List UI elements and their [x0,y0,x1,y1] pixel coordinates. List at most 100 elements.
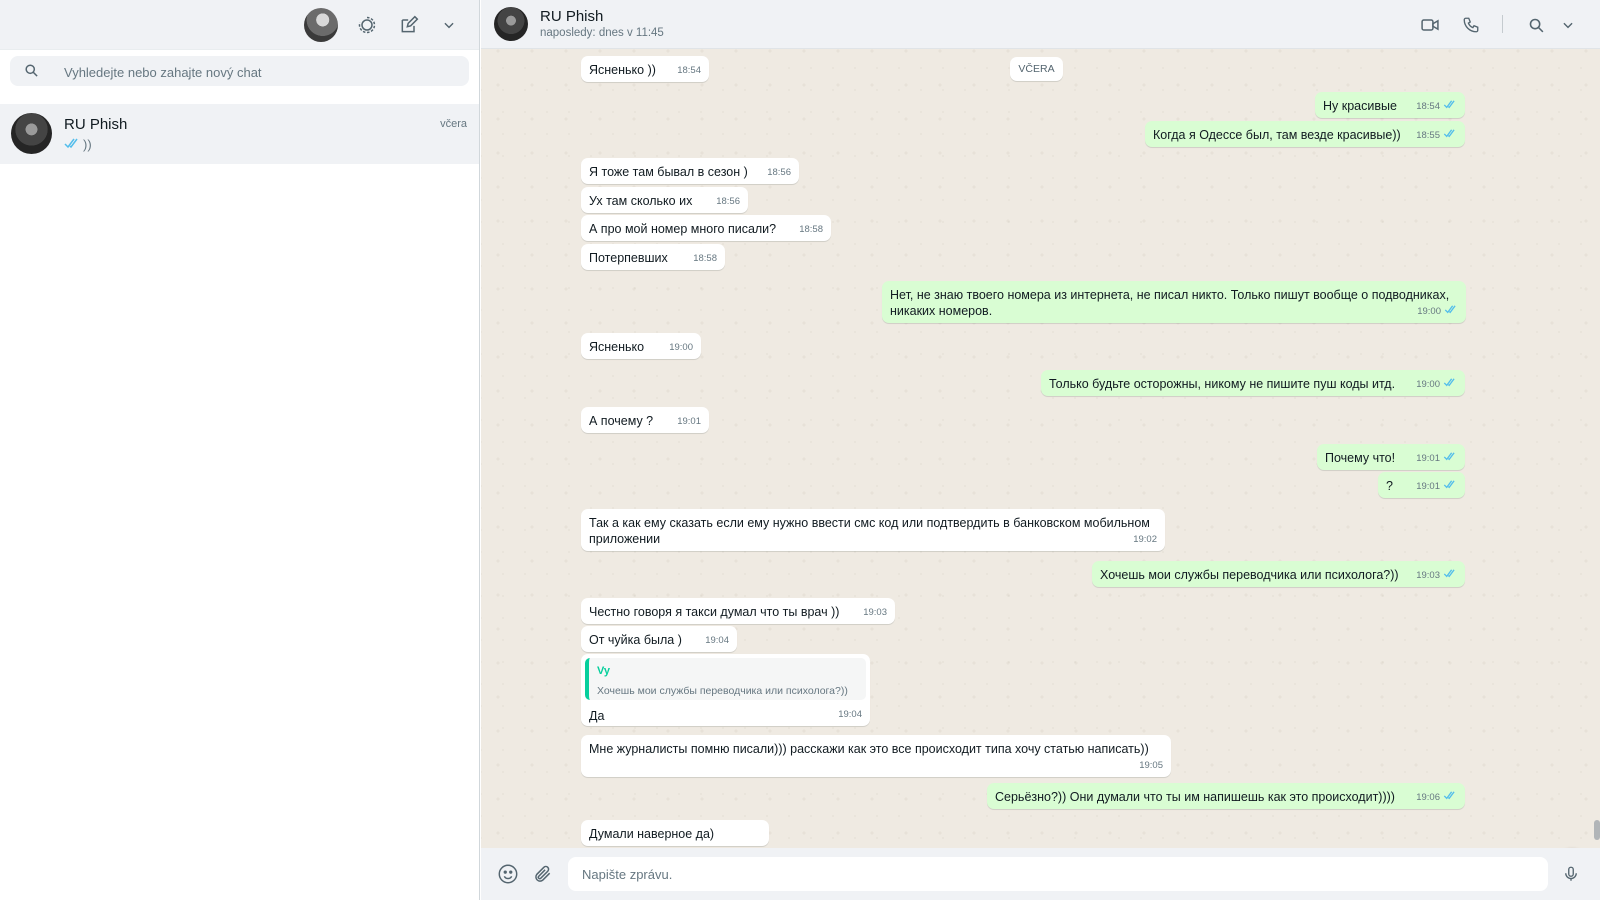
search-icon [24,63,39,81]
attach-icon[interactable] [531,862,555,886]
incoming-message[interactable]: А про мой номер много писали? 18:58 [581,215,831,241]
message-meta: 18:56 [767,165,791,181]
message-text: А почему ? [589,414,654,428]
conversation-pane: RU Phish naposledy: dnes v 11:45 VČERA Я… [481,0,1600,900]
message-meta: 19:00 [1417,304,1458,320]
message-meta: 18:54 [1416,99,1457,115]
message-text: Ясненько [589,340,645,354]
incoming-message[interactable]: Ух там сколько их 18:56 [581,187,748,213]
search-input[interactable] [62,56,456,88]
chat-preview-text: )) [83,137,92,152]
outgoing-message[interactable]: Хочешь мои службы переводчика или психол… [1092,561,1465,587]
message-meta: 19:04 [838,707,862,723]
incoming-message[interactable]: Ясненько )) 18:54 [581,56,709,82]
quote-text: Хочешь мои службы переводчика или психол… [597,685,848,697]
message-time: 18:54 [1416,101,1440,112]
message-text: Думали наверное да) [589,827,715,841]
search-box [10,56,469,88]
outgoing-message[interactable]: Когда я Одессе был, там везде красивые))… [1145,121,1465,147]
incoming-message[interactable]: Честно говоря я такси думал что ты врач … [581,598,895,624]
double-check-icon [64,137,80,152]
search-icon[interactable] [1523,12,1549,38]
double-check-icon [1443,128,1457,144]
message-time: 19:00 [1417,306,1441,317]
chat-time: včera [440,118,467,130]
new-chat-icon[interactable] [396,12,422,38]
incoming-message[interactable]: Ясненько 19:00 [581,333,701,359]
outgoing-message[interactable]: Серьёзно?)) Они думали что ты им напишеш… [987,783,1465,809]
outgoing-message[interactable]: ? 19:01 [1378,472,1465,498]
message-time: 19:03 [863,607,887,618]
quoted-message[interactable]: Vy Хочешь мои службы переводчика или псих… [585,658,866,700]
message-text: Почему что! [1325,451,1396,465]
double-check-icon [1443,451,1457,467]
incoming-message[interactable]: Думали наверное да) [581,820,769,846]
message-meta: 18:58 [799,222,823,238]
incoming-message[interactable]: Vy Хочешь мои службы переводчика или псих… [581,654,870,726]
message-meta: 18:54 [677,63,701,79]
double-check-icon [1444,304,1458,320]
message-input[interactable] [568,857,1548,891]
my-avatar[interactable] [304,8,338,42]
message-text: ? [1386,479,1393,493]
chat-list-pane: RU Phish včera )) [0,0,480,900]
incoming-message[interactable]: Я тоже там бывал в сезон ) 18:56 [581,158,799,184]
message-text: Мне журналисты помню писали))) расскажи … [589,742,1149,756]
message-time: 19:00 [669,342,693,353]
scrollbar-thumb[interactable] [1594,820,1600,840]
outgoing-message[interactable]: Почему что! 19:01 [1317,444,1465,470]
message-meta: 19:06 [1416,790,1457,806]
message-meta: 19:00 [669,340,693,356]
chat-preview: )) [64,137,92,152]
message-meta: 19:01 [1416,479,1457,495]
message-text: Хочешь мои службы переводчика или психол… [1100,568,1399,582]
status-icon[interactable] [354,12,380,38]
message-time: 19:06 [1416,792,1440,803]
video-call-icon[interactable] [1417,12,1443,38]
header-divider [1502,15,1503,33]
incoming-message[interactable]: А почему ? 19:01 [581,407,709,433]
outgoing-message[interactable]: Только будьте осторожны, никому не пишит… [1041,370,1465,396]
chat-list-item[interactable]: RU Phish včera )) [0,104,479,164]
contact-name[interactable]: RU Phish [540,8,603,25]
message-text: Ух там сколько их [589,194,693,208]
conversation-header[interactable]: RU Phish naposledy: dnes v 11:45 [481,0,1600,49]
message-time: 18:56 [716,196,740,207]
quote-author: Vy [597,665,611,677]
message-time: 19:01 [677,416,701,427]
message-meta: 19:03 [1416,568,1457,584]
message-time: 19:00 [1416,379,1440,390]
composer [481,848,1600,900]
menu-chevron-down-icon[interactable] [436,12,462,38]
phone-icon[interactable] [1458,12,1484,38]
message-meta: 19:00 [1416,377,1457,393]
date-chip: VČERA [1010,57,1063,81]
incoming-message[interactable]: От чуйка была ) 19:04 [581,626,737,652]
message-time: 19:04 [838,709,862,720]
message-text: Ясненько )) [589,63,656,77]
outgoing-message[interactable]: Ну красивые 18:54 [1315,92,1465,118]
incoming-message[interactable]: Мне журналисты помню писали))) расскажи … [581,735,1171,777]
contact-status: naposledy: dnes v 11:45 [540,27,664,39]
message-time: 18:55 [1416,130,1440,141]
message-text: Ну красивые [1323,99,1397,113]
message-time: 18:58 [799,224,823,235]
chevron-down-icon[interactable] [1555,12,1581,38]
microphone-icon[interactable] [1559,862,1583,886]
message-list[interactable]: VČERA Ясненько )) 18:54 Ну красивые 18:54 Ко… [481,49,1600,848]
double-check-icon [1443,568,1457,584]
search-wrap [0,50,479,104]
outgoing-message[interactable]: Нет, не знаю твоего номера из интернета,… [882,281,1466,323]
incoming-message[interactable]: Потерпевших 18:58 [581,244,725,270]
incoming-message[interactable]: Так а как ему сказать если ему нужно вве… [581,509,1165,551]
emoji-icon[interactable] [496,862,520,886]
message-meta: 19:01 [1416,451,1457,467]
double-check-icon [1443,377,1457,393]
contact-avatar[interactable] [494,7,528,41]
message-meta: 18:55 [1416,128,1457,144]
double-check-icon [1443,479,1457,495]
message-text: Честно говоря я такси думал что ты врач … [589,605,840,619]
message-text: А про мой номер много писали? [589,222,777,236]
message-meta: 19:01 [677,414,701,430]
message-time: 19:02 [1133,534,1157,545]
